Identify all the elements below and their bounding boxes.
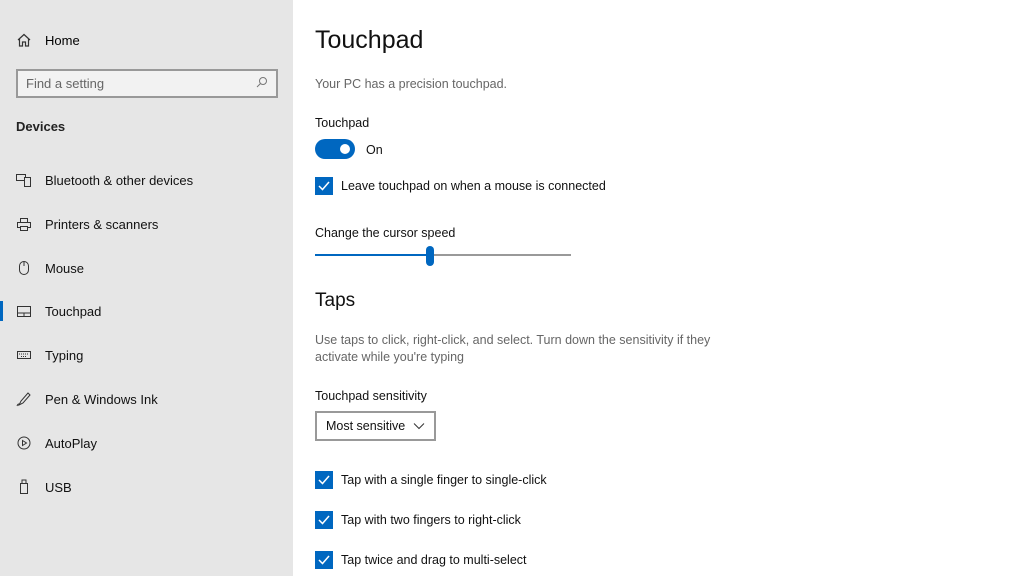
usb-icon	[16, 479, 32, 495]
dropdown-value: Most sensitive	[326, 419, 406, 433]
checkmark-icon	[315, 551, 333, 569]
cursor-speed-label: Change the cursor speed	[315, 226, 456, 240]
slider-fill	[315, 254, 430, 256]
checkbox-label: Tap with two fingers to right-click	[341, 513, 521, 527]
toggle-state: On	[366, 143, 383, 157]
autoplay-icon	[16, 435, 32, 451]
tap-twice-drag-checkbox[interactable]: Tap twice and drag to multi-select	[315, 551, 527, 569]
leave-touchpad-on-checkbox[interactable]: Leave touchpad on when a mouse is connec…	[315, 177, 606, 195]
sidebar-item-mouse[interactable]: Mouse	[0, 248, 293, 288]
sidebar-item-label: Bluetooth & other devices	[45, 172, 194, 188]
checkbox-label: Leave touchpad on when a mouse is connec…	[341, 179, 606, 193]
taps-heading: Taps	[315, 290, 356, 311]
touchpad-label: Touchpad	[315, 116, 370, 130]
sidebar-item-pen[interactable]: Pen & Windows Ink	[0, 379, 293, 419]
sidebar-item-bluetooth[interactable]: Bluetooth & other devices	[0, 160, 293, 200]
sensitivity-label: Touchpad sensitivity	[315, 389, 427, 403]
tap-single-finger-checkbox[interactable]: Tap with a single finger to single-click	[315, 471, 547, 489]
sidebar-item-touchpad[interactable]: Touchpad	[0, 291, 293, 331]
sidebar-item-printers[interactable]: Printers & scanners	[0, 204, 293, 244]
section-heading: Devices	[16, 119, 66, 134]
pen-icon	[16, 391, 32, 407]
sidebar-item-label: Typing	[45, 347, 84, 363]
touchpad-icon	[16, 303, 32, 319]
home-link[interactable]: Home	[16, 32, 80, 48]
sidebar-item-label: Pen & Windows Ink	[45, 391, 158, 407]
sidebar-item-label: Touchpad	[45, 303, 102, 319]
chevron-down-icon	[413, 419, 425, 433]
tap-two-fingers-checkbox[interactable]: Tap with two fingers to right-click	[315, 511, 521, 529]
sidebar-item-label: AutoPlay	[45, 435, 98, 451]
touchpad-toggle[interactable]	[315, 139, 355, 159]
home-label: Home	[45, 32, 80, 48]
mouse-icon	[16, 260, 32, 276]
checkmark-icon	[315, 471, 333, 489]
search-placeholder: Find a setting	[26, 76, 105, 91]
checkmark-icon	[315, 511, 333, 529]
sidebar-item-label: USB	[45, 479, 72, 495]
checkbox-label: Tap with a single finger to single-click	[341, 473, 547, 487]
sidebar-item-usb[interactable]: USB	[0, 467, 293, 507]
printer-icon	[16, 216, 32, 232]
page-subtitle: Your PC has a precision touchpad.	[315, 77, 508, 91]
slider-thumb[interactable]	[426, 246, 434, 266]
taps-description: Use taps to click, right-click, and sele…	[315, 333, 711, 364]
sidebar-item-label: Printers & scanners	[45, 216, 159, 232]
sidebar-item-autoplay[interactable]: AutoPlay	[0, 423, 293, 463]
search-input[interactable]: Find a setting	[16, 69, 278, 98]
keyboard-icon	[16, 347, 32, 363]
checkmark-icon	[315, 177, 333, 195]
checkbox-label: Tap twice and drag to multi-select	[341, 553, 527, 567]
search-icon	[256, 76, 268, 91]
sidebar: Home Find a setting Devices Bluetooth & …	[0, 0, 293, 576]
cursor-speed-slider[interactable]	[315, 246, 571, 266]
bluetooth-devices-icon	[16, 172, 32, 188]
sensitivity-dropdown[interactable]: Most sensitive	[315, 411, 436, 441]
sidebar-item-typing[interactable]: Typing	[0, 335, 293, 375]
sidebar-item-label: Mouse	[45, 260, 85, 276]
page-title: Touchpad	[315, 26, 424, 54]
home-icon	[16, 32, 32, 48]
